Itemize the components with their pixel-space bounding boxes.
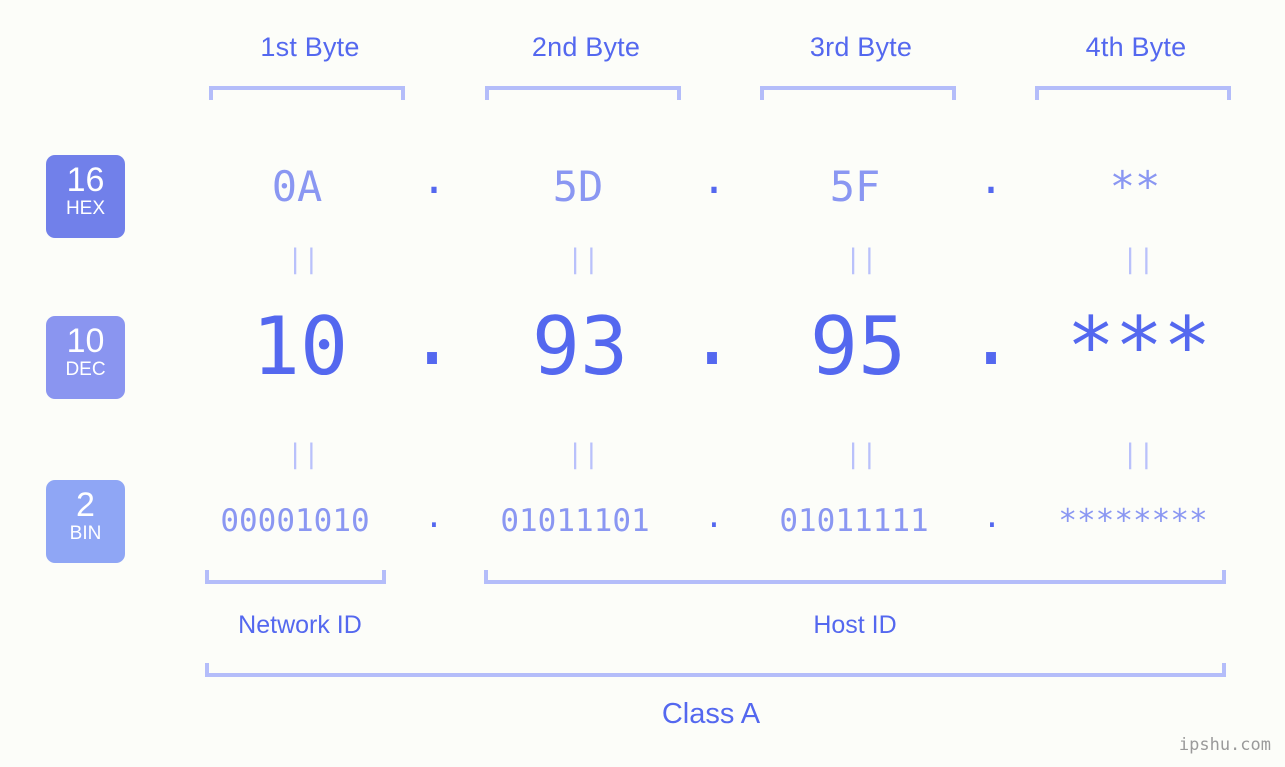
bin-byte-3: 01011111 [779,503,929,539]
base-badge-dec-number: 10 [66,322,105,360]
byte-bracket-1 [209,86,405,100]
host-id-bracket [484,570,1226,584]
equality-mark-hex-dec-4: || [1122,244,1155,275]
bin-byte-1: 00001010 [220,503,370,539]
hex-byte-3: 5F [829,162,881,211]
dec-byte-4: *** [1066,300,1212,393]
base-badge-dec: 10 DEC [46,316,125,399]
hex-byte-4: ** [1109,162,1161,211]
bin-separator-3: . [982,499,1002,535]
equality-mark-hex-dec-2: || [567,244,600,275]
dec-separator-2: . [688,290,737,383]
base-badge-bin: 2 BIN [46,480,125,563]
ip-address-breakdown-diagram: 1st Byte 2nd Byte 3rd Byte 4th Byte 16 H… [0,0,1285,767]
base-badge-hex-name: HEX [65,198,106,219]
equality-mark-dec-bin-2: || [567,439,600,470]
equality-mark-dec-bin-1: || [287,439,320,470]
equality-mark-hex-dec-3: || [845,244,878,275]
bin-separator-2: . [704,499,724,535]
site-watermark: ipshu.com [1178,735,1271,755]
byte-bracket-3 [760,86,956,100]
network-id-label: Network ID [238,611,362,639]
byte-header-3: 3rd Byte [809,32,913,62]
base-badge-hex: 16 HEX [46,155,125,238]
dec-byte-3: 95 [809,300,907,393]
dec-separator-1: . [408,290,457,383]
byte-header-4: 4th Byte [1085,32,1187,62]
byte-bracket-4 [1035,86,1231,100]
base-badge-bin-name: BIN [69,523,102,544]
host-id-label: Host ID [813,611,897,639]
hex-separator-1: . [421,154,447,203]
byte-bracket-2 [485,86,681,100]
dec-byte-1: 10 [251,300,349,393]
byte-header-2: 2nd Byte [531,32,641,62]
hex-byte-1: 0A [271,162,323,211]
hex-separator-3: . [978,154,1004,203]
hex-separator-2: . [701,154,727,203]
hex-byte-2: 5D [552,162,604,211]
bin-byte-4: ******** [1058,503,1208,539]
network-id-bracket [205,570,386,584]
equality-mark-hex-dec-1: || [287,244,320,275]
base-badge-hex-number: 16 [66,161,105,199]
byte-header-1: 1st Byte [260,32,360,62]
dec-byte-2: 93 [531,300,629,393]
bin-byte-2: 01011101 [500,503,650,539]
class-bracket [205,663,1226,677]
base-badge-bin-number: 2 [76,486,95,524]
equality-mark-dec-bin-4: || [1122,439,1155,470]
dec-separator-3: . [967,290,1016,383]
class-label: Class A [661,698,761,730]
equality-mark-dec-bin-3: || [845,439,878,470]
base-badge-dec-name: DEC [65,359,106,380]
bin-separator-1: . [424,499,444,535]
